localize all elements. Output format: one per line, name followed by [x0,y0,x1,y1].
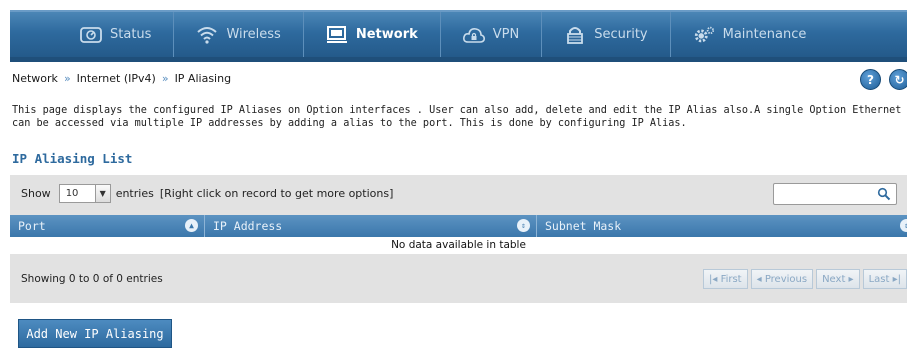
ip-aliasing-table-panel: Show 10 ▼ entries [Right click on record… [10,175,907,303]
top-navigation: Status Wireless Network VPN Security Mai… [10,10,907,57]
nav-security-label: Security [594,27,648,42]
show-label: Show [21,186,51,200]
nav-underbar [10,57,907,62]
nav-maintenance[interactable]: Maintenance [671,12,829,57]
refresh-button[interactable]: ↻ [889,69,907,90]
breadcrumb-internet-ipv4[interactable]: Internet (IPv4) [77,72,156,85]
breadcrumb-network[interactable]: Network [12,72,58,85]
column-header-port[interactable]: Port ▲ [10,215,205,237]
help-icon: ? [867,72,874,87]
sort-icon[interactable]: ⇕ [900,219,907,232]
last-page-button[interactable]: Last ▸| [862,269,907,289]
column-ip-address-label: IP Address [213,219,283,233]
search-input[interactable] [773,183,897,205]
vpn-icon [462,25,485,45]
empty-table-row: No data available in table [10,237,907,254]
breadcrumb-separator: » [161,72,169,85]
description-line-1: This page displays the configured IP Ali… [12,105,907,116]
pagination: |◂ First ◂ Previous Next ▸ Last ▸| [700,269,907,289]
breadcrumb: Network » Internet (IPv4) » IP Aliasing [12,72,231,85]
nav-vpn-label: VPN [492,27,520,42]
search-icon [877,187,891,201]
nav-wireless[interactable]: Wireless [174,12,304,57]
next-label: Next [822,273,846,285]
page-description: This page displays the configured IP Ali… [12,104,907,130]
chevron-down-icon[interactable]: ▼ [95,183,111,203]
table-info: Showing 0 to 0 of 0 entries [21,272,163,285]
wifi-icon [196,25,218,45]
column-subnet-mask-label: Subnet Mask [545,219,622,233]
nav-network-label: Network [355,27,418,42]
section-title: IP Aliasing List [12,151,133,166]
nav-security[interactable]: Security [542,12,671,57]
sort-icon[interactable]: ⇕ [517,219,530,232]
breadcrumb-ip-aliasing: IP Aliasing [174,72,232,85]
refresh-icon: ↻ [894,72,905,87]
previous-page-button[interactable]: ◂ Previous [750,269,814,289]
entries-label: entries [115,186,154,200]
table-footer: Showing 0 to 0 of 0 entries |◂ First ◂ P… [10,254,907,303]
right-click-hint: [Right click on record to get more optio… [159,186,394,200]
nav-vpn[interactable]: VPN [441,12,543,57]
nav-wireless-label: Wireless [226,27,281,42]
nav-network[interactable]: Network [304,12,441,57]
nav-maintenance-label: Maintenance [722,27,807,42]
column-header-ip-address[interactable]: IP Address ⇕ [205,215,537,237]
previous-label: Previous [764,273,808,285]
add-ip-aliasing-button[interactable]: Add New IP Aliasing [18,319,172,348]
column-port-label: Port [18,219,46,233]
lock-icon [564,25,586,45]
nav-status-label: Status [110,27,152,42]
gear-icon [693,25,715,45]
next-page-button[interactable]: Next ▸ [816,269,860,289]
first-page-button[interactable]: |◂ First [702,269,748,289]
monitor-icon [326,25,348,45]
nav-status[interactable]: Status [10,12,175,57]
help-button[interactable]: ? [860,69,881,90]
sort-asc-icon[interactable]: ▲ [185,219,198,232]
description-line-2: can be accessed via multiple IP addresse… [12,118,687,129]
table-toolbar: Show 10 ▼ entries [Right click on record… [10,175,907,211]
first-label: First [720,273,742,285]
page-size-select[interactable]: 10 [58,183,96,203]
column-header-subnet-mask[interactable]: Subnet Mask ⇕ [537,215,907,237]
table-header: Port ▲ IP Address ⇕ Subnet Mask ⇕ [10,215,907,237]
breadcrumb-separator: » [63,72,71,85]
status-icon [80,25,102,45]
last-label: Last [868,273,890,285]
